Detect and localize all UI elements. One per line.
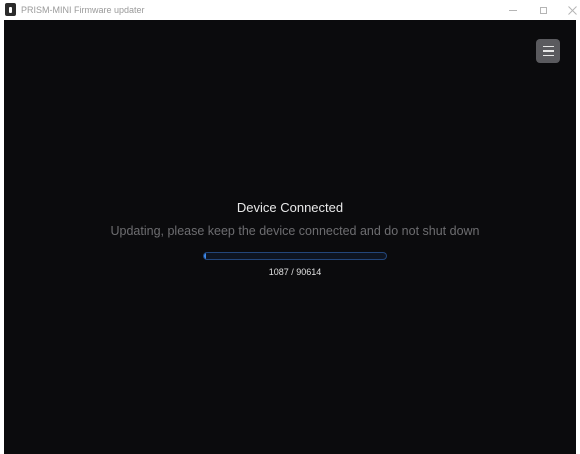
app-window: PRISM-MINI Firmware updater Device Conne… [0,0,580,454]
minimize-icon [509,9,517,11]
status-message: Updating, please keep the device connect… [110,224,480,238]
progress-bar [203,252,387,260]
close-icon [567,5,577,15]
hamburger-menu-icon-bar [542,50,554,52]
maximize-button[interactable] [527,0,559,20]
usb-device-icon [5,3,16,16]
main-panel: Device Connected Updating, please keep t… [4,20,576,454]
hamburger-menu-icon [542,45,554,48]
title-bar[interactable]: PRISM-MINI Firmware updater [0,0,580,20]
menu-button[interactable] [536,39,560,63]
window-title: PRISM-MINI Firmware updater [21,5,145,15]
hamburger-menu-icon-bar [542,54,554,57]
progress-bar-fill [204,253,207,259]
status-title: Device Connected [236,200,344,215]
close-button[interactable] [556,0,580,20]
maximize-icon [539,6,547,14]
minimize-button[interactable] [497,0,529,20]
progress-counter: 1087 / 90614 [268,267,322,277]
